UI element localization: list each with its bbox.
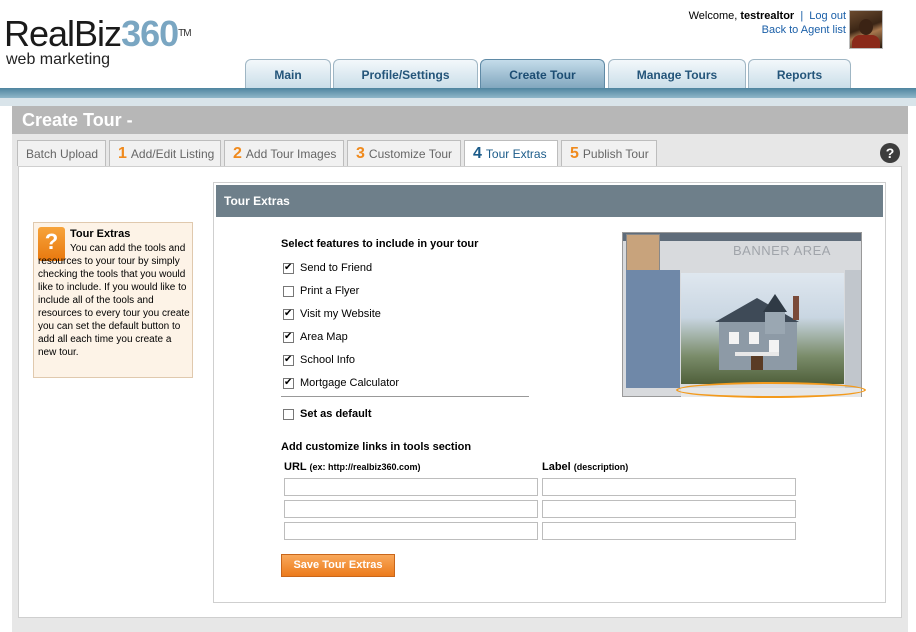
step-label: Customize Tour <box>368 147 453 161</box>
logo-tagline: web marketing <box>6 51 111 68</box>
checkbox[interactable] <box>283 307 294 321</box>
url-input-3[interactable] <box>284 522 538 540</box>
label-input-1[interactable] <box>542 478 796 496</box>
feature-label: Visit my Website <box>300 308 381 320</box>
url-header-label: URL <box>284 461 307 473</box>
step-tour-extras[interactable]: 4 Tour Extras <box>464 140 558 166</box>
preview-agent-photo <box>626 234 660 271</box>
label-column-header: Label (description) <box>542 461 628 473</box>
feature-school-info[interactable]: School Info <box>283 353 355 367</box>
nav-bar <box>0 88 916 98</box>
feature-visit-my-website[interactable]: Visit my Website <box>283 307 381 321</box>
step-label: Batch Upload <box>26 147 99 161</box>
username: testrealtor <box>740 10 795 22</box>
step-label: Add/Edit Listing <box>130 147 215 161</box>
help-question-icon[interactable]: ? <box>880 143 900 163</box>
save-tour-extras-button[interactable]: Save Tour Extras <box>281 554 395 577</box>
step-add-edit-listing[interactable]: 1 Add/Edit Listing <box>109 140 221 166</box>
help-box-title: Tour Extras <box>70 228 131 240</box>
url-column-header: URL (ex: http://realbiz360.com) <box>284 461 421 473</box>
step-number: 5 <box>570 145 579 162</box>
checkbox[interactable] <box>283 330 294 344</box>
step-number: 3 <box>356 145 365 162</box>
tab-profile-settings[interactable]: Profile/Settings <box>333 59 478 89</box>
feature-mortgage-calculator[interactable]: Mortgage Calculator <box>283 376 399 390</box>
checkbox[interactable] <box>283 376 294 390</box>
preview-highlight-ellipse <box>676 382 866 398</box>
step-add-tour-images[interactable]: 2 Add Tour Images <box>224 140 344 166</box>
preview-right-bar <box>845 270 861 388</box>
logo: RealBiz360TM <box>4 13 192 54</box>
step-number: 2 <box>233 145 242 162</box>
feature-label: Mortgage Calculator <box>300 377 400 389</box>
url-hint: (ex: http://realbiz360.com) <box>309 462 421 472</box>
nav-bar-shadow <box>0 98 916 106</box>
url-input-1[interactable] <box>284 478 538 496</box>
select-features-title: Select features to include in your tour <box>281 238 479 250</box>
checkbox[interactable] <box>283 261 294 275</box>
label-hint: (description) <box>573 462 629 472</box>
step-publish-tour[interactable]: 5 Publish Tour <box>561 140 657 166</box>
step-label: Add Tour Images <box>245 147 337 161</box>
feature-print-a-flyer[interactable]: Print a Flyer <box>283 284 359 298</box>
set-as-default[interactable]: Set as default <box>283 407 372 421</box>
preview-sidebar <box>626 270 680 388</box>
set-default-checkbox[interactable] <box>283 408 294 420</box>
tab-manage-tours[interactable]: Manage Tours <box>608 59 746 89</box>
feature-area-map[interactable]: Area Map <box>283 330 348 344</box>
step-number: 1 <box>118 145 127 162</box>
checkbox[interactable] <box>283 353 294 367</box>
divider <box>281 396 529 397</box>
header-separator: | <box>800 10 804 22</box>
step-label: Publish Tour <box>582 147 649 161</box>
preview-banner-text: BANNER AREA <box>733 243 831 258</box>
page-title: Create Tour - <box>12 106 908 134</box>
step-number: 4 <box>473 145 482 162</box>
help-box-text: You can add the tools and resources to y… <box>38 243 190 358</box>
label-input-2[interactable] <box>542 500 796 518</box>
step-customize-tour[interactable]: 3 Customize Tour <box>347 140 461 166</box>
avatar <box>849 10 883 49</box>
feature-send-to-friend[interactable]: Send to Friend <box>283 261 372 275</box>
tour-extras-header: Tour Extras <box>216 185 883 217</box>
feature-label: Area Map <box>300 331 348 343</box>
step-batch-upload[interactable]: Batch Upload <box>17 140 106 166</box>
custom-links-title: Add customize links in tools section <box>281 441 472 453</box>
house-illustration <box>715 294 799 370</box>
label-header-label: Label <box>542 461 571 473</box>
checkbox[interactable] <box>283 285 294 297</box>
back-to-agent-list-link[interactable]: Back to Agent list <box>762 24 846 36</box>
tab-main[interactable]: Main <box>245 59 331 89</box>
set-default-label: Set as default <box>300 408 372 420</box>
url-input-2[interactable] <box>284 500 538 518</box>
tab-create-tour[interactable]: Create Tour <box>480 59 605 89</box>
feature-label: Print a Flyer <box>300 285 360 297</box>
logout-link[interactable]: Log out <box>809 10 846 22</box>
welcome-line: Welcome, testrealtor | Log out <box>689 10 846 22</box>
feature-label: School Info <box>300 354 356 366</box>
tab-reports[interactable]: Reports <box>748 59 851 89</box>
welcome-prefix: Welcome, <box>688 10 738 22</box>
label-input-3[interactable] <box>542 522 796 540</box>
feature-label: Send to Friend <box>300 262 373 274</box>
step-label: Tour Extras <box>485 147 547 161</box>
